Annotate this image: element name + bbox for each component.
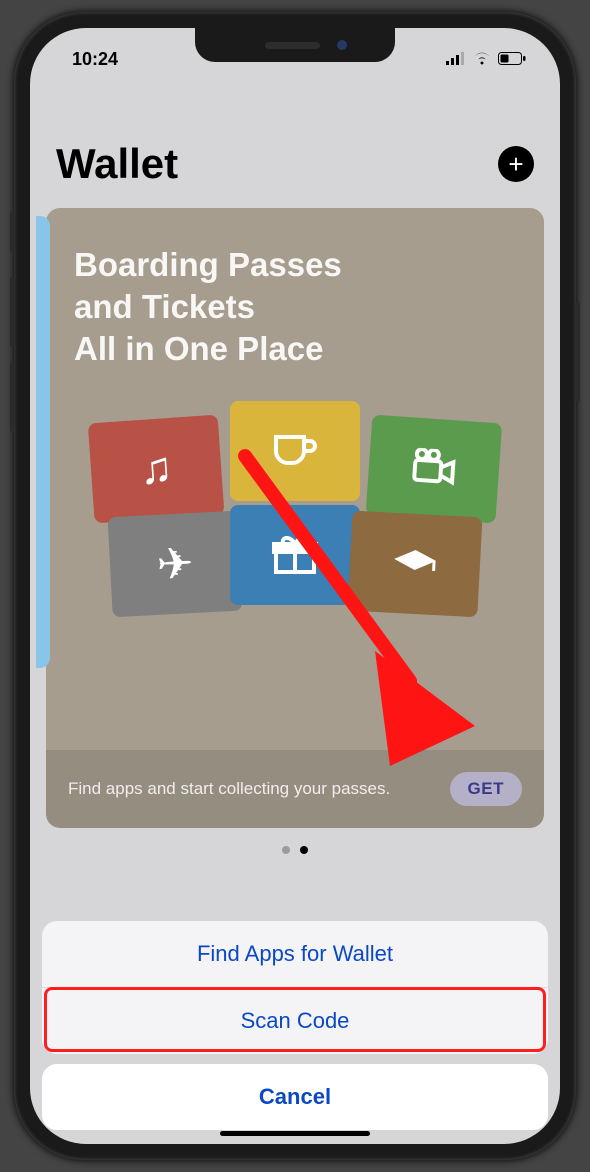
mute-switch [10, 212, 15, 252]
scan-code-button[interactable]: Scan Code [42, 987, 548, 1054]
action-sheet: Find Apps for Wallet Scan Code Cancel [42, 921, 548, 1130]
home-indicator[interactable] [220, 1131, 370, 1136]
find-apps-button[interactable]: Find Apps for Wallet [42, 921, 548, 987]
volume-down-button [10, 362, 15, 432]
phone-frame: 10:24 Wallet + [14, 12, 576, 1160]
action-sheet-overlay: Find Apps for Wallet Scan Code Cancel [30, 28, 560, 1144]
action-sheet-group: Find Apps for Wallet Scan Code [42, 921, 548, 1054]
screen: 10:24 Wallet + [30, 28, 560, 1144]
volume-up-button [10, 277, 15, 347]
battery-icon [498, 49, 526, 70]
previous-card-edge [36, 216, 50, 668]
notch [195, 28, 395, 62]
power-button [575, 302, 580, 402]
cancel-button[interactable]: Cancel [42, 1064, 548, 1130]
wifi-icon [472, 49, 492, 70]
cellular-icon [446, 49, 466, 70]
